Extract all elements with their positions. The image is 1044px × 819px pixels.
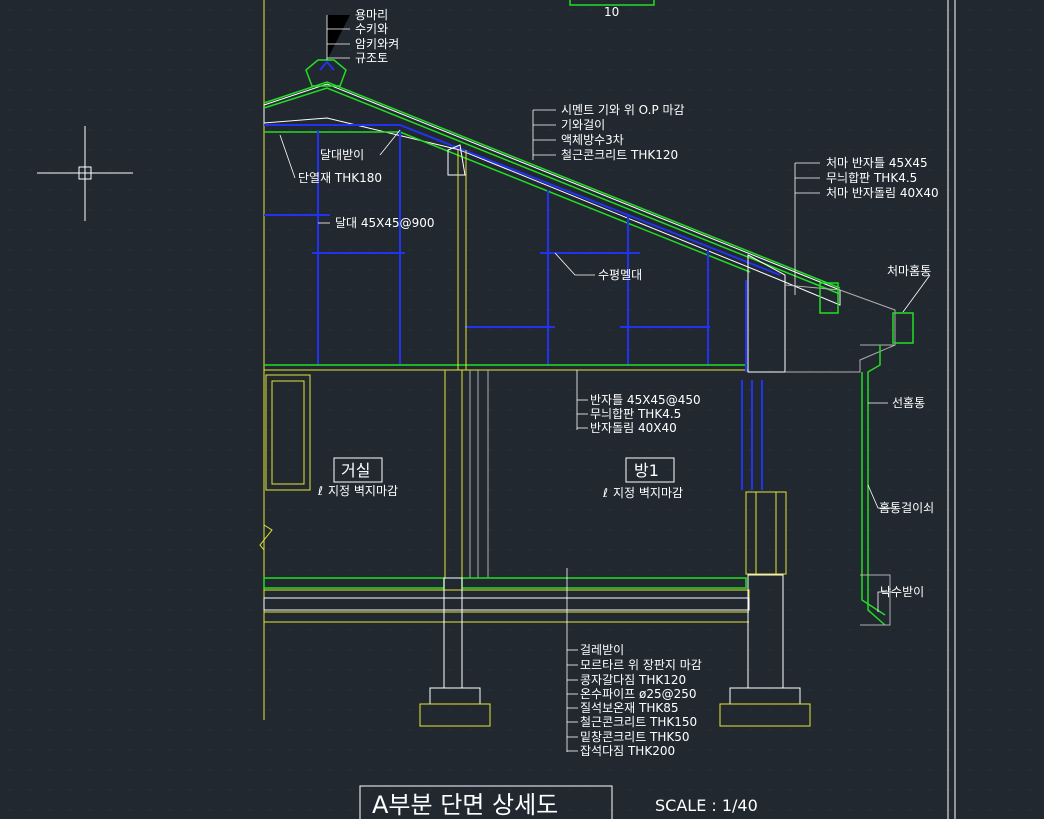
roof-note: 철근콘크리트 THK120 — [561, 148, 678, 162]
svg-text:ℓ: ℓ — [317, 484, 323, 498]
eave-note: 무늬합판 THK4.5 — [826, 171, 917, 185]
room-finish: 지정 벽지마감 — [328, 484, 398, 498]
eave-note: 처마 반자틀 45X45 — [826, 156, 928, 170]
roof-note: 기와걸이 — [561, 118, 605, 132]
drawing-grid — [0, 0, 1044, 819]
svg-text:ℓ: ℓ — [602, 486, 608, 500]
floor-note: 걸레받이 — [580, 643, 624, 657]
downpipe-label: 선홈통 — [892, 396, 925, 410]
ceiling-note: 반자돌림 40X40 — [590, 421, 677, 435]
roof-note: 액체방수3차 — [561, 133, 624, 147]
room-finish: 지정 벽지마감 — [613, 486, 683, 500]
floor-note: 온수파이프 ø25@250 — [580, 687, 697, 701]
floor-note: 철근콘크리트 THK150 — [580, 715, 697, 729]
eave-note: 처마 반자돌림 40X40 — [826, 186, 939, 200]
eave-gutter-label: 처마홈통 — [887, 264, 931, 278]
insulation-label: 단열재 THK180 — [298, 171, 382, 185]
room-name: 거실 — [341, 461, 370, 480]
ridge-note: 규조토 — [355, 51, 388, 65]
dalde-bat-label: 달대받이 — [320, 148, 364, 162]
floor-note: 모르타르 위 장판지 마감 — [580, 658, 702, 672]
ceiling-note: 무늬합판 THK4.5 — [590, 407, 681, 421]
ridge-note: 암키와켜 — [355, 37, 399, 51]
drawing-scale: SCALE : 1/40 — [655, 796, 758, 815]
level-beam-label: 수평멜대 — [598, 268, 642, 282]
dalde-label: 달대 45X45@900 — [335, 216, 435, 230]
roof-note: 시멘트 기와 위 O.P 마감 — [561, 103, 685, 117]
top-dimension-text: 10 — [604, 5, 619, 19]
floor-note: 질석보온재 THK85 — [580, 701, 679, 715]
floor-note: 밑창콘크리트 THK50 — [580, 730, 690, 744]
cad-drawing-canvas[interactable]: 10 용마리 수키와 암키와켜 규조토 시멘트 기와 위 O.P 마감 기와걸이… — [0, 0, 1044, 819]
ceiling-note: 반자틀 45X45@450 — [590, 393, 701, 407]
drawing-title: A부분 단면 상세도 — [372, 791, 558, 819]
ridge-note: 용마리 — [355, 8, 388, 22]
room-name: 방1 — [634, 461, 659, 480]
floor-note: 잡석다짐 THK200 — [580, 744, 675, 758]
ridge-note: 수키와 — [355, 22, 388, 36]
splash-block-label: 낙수받이 — [880, 585, 924, 599]
gutter-bracket-label: 홈통걸이쇠 — [879, 501, 934, 515]
floor-note: 콩자갈다짐 THK120 — [580, 673, 686, 687]
